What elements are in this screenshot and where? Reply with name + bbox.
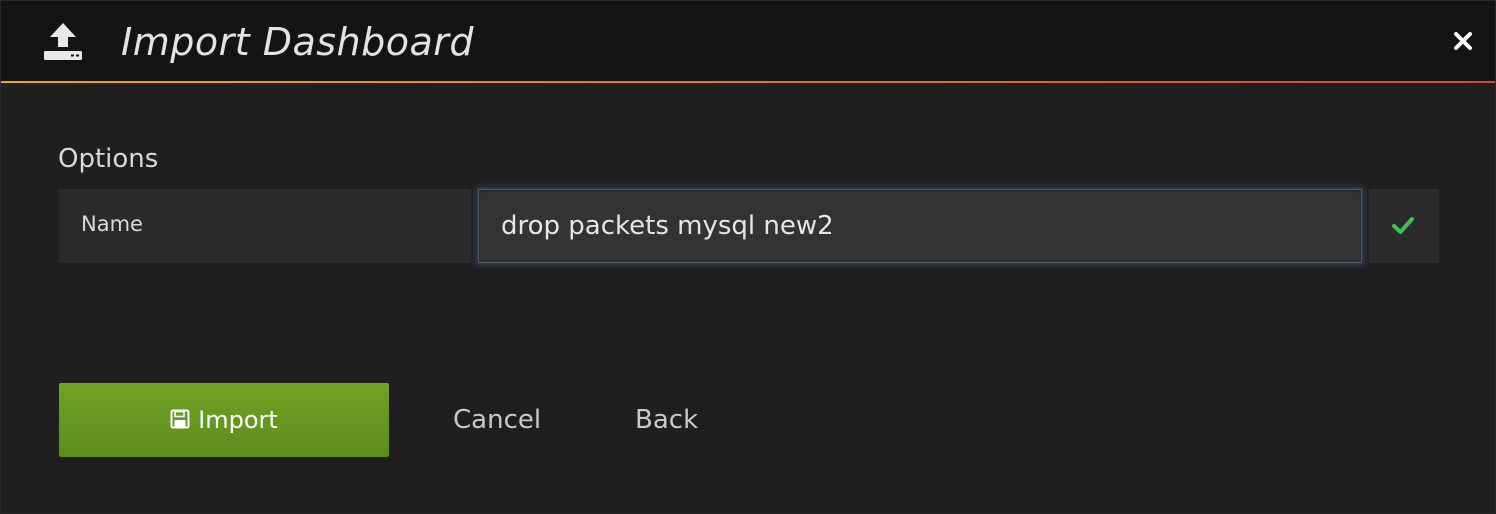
back-button[interactable]: Back	[635, 383, 698, 457]
name-form-row: Name	[59, 189, 1439, 263]
modal-header: Import Dashboard	[1, 1, 1495, 82]
cancel-button[interactable]: Cancel	[453, 383, 541, 457]
name-label: Name	[59, 189, 471, 263]
name-status	[1369, 189, 1439, 263]
dashboard-name-input[interactable]	[478, 189, 1362, 263]
import-dashboard-modal: Import Dashboard Options Name Import Can…	[0, 0, 1496, 514]
options-section-title: Options	[58, 144, 159, 174]
upload-icon	[44, 23, 82, 60]
header-accent-line	[1, 81, 1495, 83]
modal-title: Import Dashboard	[121, 20, 475, 64]
import-button-label: Import	[198, 406, 278, 434]
import-button[interactable]: Import	[59, 383, 389, 457]
save-icon	[170, 409, 190, 429]
close-icon[interactable]	[1449, 27, 1477, 55]
check-icon	[1392, 217, 1414, 234]
